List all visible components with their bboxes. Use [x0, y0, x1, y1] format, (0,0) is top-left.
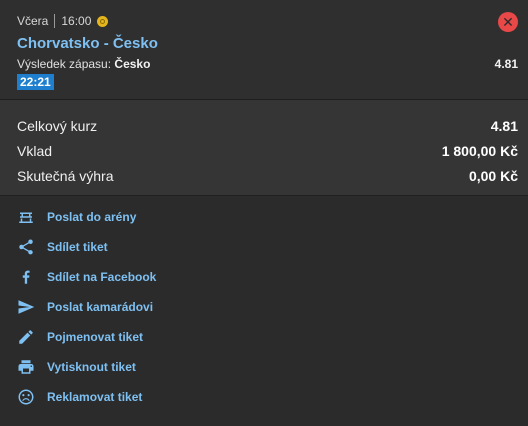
action-label: Sdílet tiket: [47, 240, 108, 254]
action-label: Sdílet na Facebook: [47, 270, 157, 284]
action-label: Poslat kamarádovi: [47, 300, 154, 314]
win-row: Skutečná výhra 0,00 Kč: [17, 168, 518, 184]
action-share-ticket[interactable]: Sdílet tiket: [17, 237, 108, 257]
action-share-facebook[interactable]: Sdílet na Facebook: [17, 267, 156, 287]
pencil-icon: [17, 328, 35, 346]
match-time: 16:00: [61, 14, 92, 28]
result-value: Česko: [114, 57, 151, 71]
match-title[interactable]: Chorvatsko - Česko: [17, 35, 158, 52]
action-rename-ticket[interactable]: Pojmenovat tiket: [17, 327, 143, 347]
send-icon: [17, 298, 35, 316]
match-result: Výsledek zápasu: Česko: [17, 57, 150, 71]
stake-label: Vklad: [17, 143, 53, 159]
action-label: Pojmenovat tiket: [47, 330, 144, 344]
printer-icon: [17, 358, 35, 376]
stake-value: 1 800,00 Kč: [441, 143, 518, 159]
action-label: Reklamovat tiket: [47, 390, 143, 404]
total-odds-label: Celkový kurz: [17, 118, 98, 134]
share-icon: [17, 238, 35, 256]
action-complain-ticket[interactable]: Reklamovat tiket: [17, 387, 142, 407]
action-label: Vytisknout tiket: [47, 360, 136, 374]
match-section: Včera 16:00 ✕ Chorvatsko - Česko Výslede…: [0, 0, 528, 100]
divider: [54, 14, 56, 28]
totals-section: Celkový kurz 4.81 Vklad 1 800,00 Kč Skut…: [0, 100, 528, 196]
score-badge: 22:21: [17, 74, 54, 90]
result-label: Výsledek zápasu:: [17, 57, 112, 71]
action-send-friend[interactable]: Poslat kamarádovi: [17, 297, 153, 317]
volleyball-icon: [97, 15, 109, 27]
total-odds-row: Celkový kurz 4.81: [17, 118, 518, 134]
action-print-ticket[interactable]: Vytisknout tiket: [17, 357, 136, 377]
action-send-to-arena[interactable]: Poslat do arény: [17, 207, 136, 227]
match-meta: Včera 16:00: [17, 14, 109, 28]
stake-row: Vklad 1 800,00 Kč: [17, 143, 518, 159]
match-odd: 4.81: [494, 57, 518, 71]
close-icon[interactable]: ✕: [498, 12, 518, 32]
sad-face-icon: [17, 388, 35, 406]
action-label: Poslat do arény: [47, 210, 137, 224]
total-odds-value: 4.81: [490, 118, 518, 134]
win-value: 0,00 Kč: [468, 168, 518, 184]
match-day: Včera: [17, 14, 49, 28]
bet-ticket: Včera 16:00 ✕ Chorvatsko - Česko Výslede…: [0, 0, 528, 426]
arena-icon: [17, 208, 35, 226]
facebook-icon: [17, 268, 35, 286]
win-label: Skutečná výhra: [17, 168, 114, 184]
